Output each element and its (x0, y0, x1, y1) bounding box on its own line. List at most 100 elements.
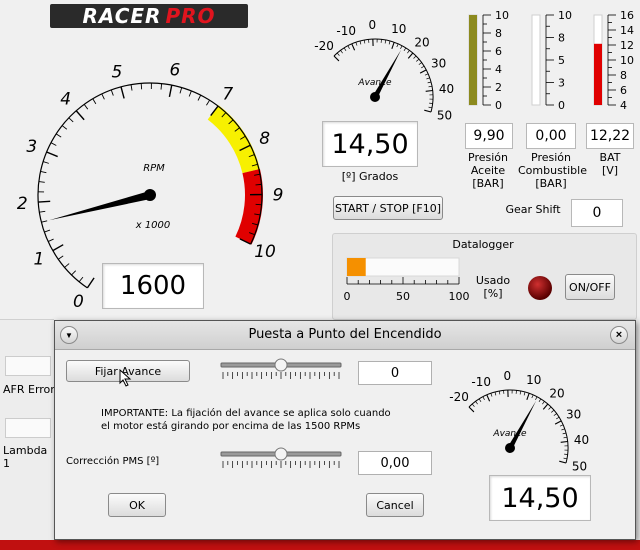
dialog-advance-minor-tick (482, 396, 485, 400)
dialog-advance-minor-tick (555, 416, 560, 420)
rpm-tick-label: 9 (273, 186, 284, 206)
bar-track (531, 14, 541, 106)
battery-label: BAT [V] (599, 151, 621, 177)
dialog-menu-button[interactable]: ▼ (60, 326, 78, 344)
dialog-advance-tick-label: -20 (449, 390, 469, 404)
bar-tick-label: 8 (558, 32, 565, 45)
important-note-line1: IMPORTANTE: La fijación del avance se ap… (101, 408, 391, 419)
dialog-close-button[interactable]: × (610, 326, 628, 344)
rpm-minor-tick (92, 98, 97, 105)
advance-minor-tick (428, 106, 433, 109)
advance-major-tick (407, 52, 414, 59)
rpm-needle-hub (144, 189, 156, 201)
dialog-advance-minor-tick (494, 391, 497, 396)
rpm-major-tick (38, 200, 51, 203)
advance-minor-tick (340, 50, 343, 54)
advance-slider-value-text: 0 (390, 365, 400, 381)
logo-text-pro: PRO (165, 4, 216, 28)
datalogger-tick-label: 100 (449, 290, 470, 303)
rpm-minor-tick (255, 183, 262, 186)
lambda-indicator (5, 418, 51, 438)
dialog-advance-minor-tick (538, 398, 542, 403)
dialog-advance-minor-tick (562, 432, 567, 435)
rpm-major-tick (75, 110, 85, 121)
bar-fill (469, 15, 477, 105)
dialog-advance-minor-tick (542, 401, 545, 405)
rpm-tick-label: 5 (111, 62, 122, 82)
ignition-dialog: ▼ Puesta a Punto del Encendido × Fijar A… (54, 320, 636, 540)
datalogger-onoff-button[interactable]: ON/OFF (565, 274, 615, 300)
rpm-minor-tick (160, 83, 163, 90)
rpm-minor-tick (61, 125, 68, 130)
rpm-minor-tick (50, 142, 57, 146)
rpm-readout-value: 1600 (119, 271, 187, 301)
advance-slider[interactable] (219, 357, 344, 383)
rpm-major-tick (86, 277, 95, 289)
dialog-advance-needle (507, 400, 537, 450)
pms-correction-label: Corrección PMS [º] (66, 456, 160, 467)
bar-tick-label: 6 (620, 84, 627, 97)
dialog-advance-major-tick (554, 420, 562, 425)
rpm-tick-label: 1 (34, 250, 45, 270)
advance-major-tick (351, 43, 356, 51)
advance-minor-tick (424, 73, 429, 76)
dialog-advance-tick-label: 50 (572, 460, 587, 474)
oil-pressure-value: 9,90 (465, 123, 513, 149)
rpm-tick-label: 6 (169, 60, 180, 80)
advance-readout: 14,50 (322, 121, 418, 167)
close-icon: × (615, 329, 623, 341)
rpm-minor-tick (83, 104, 89, 110)
battery-value: 12,22 (586, 123, 634, 149)
gear-shift-value-text: 0 (592, 205, 602, 221)
advance-title: Avance (357, 78, 392, 88)
datalogger-panel: Datalogger 0 50 100 Usado [%] ON/OFF (332, 233, 637, 320)
advance-minor-tick (400, 45, 403, 49)
rpm-tick-label: 4 (60, 90, 71, 110)
gear-shift-label: Gear Shift (505, 203, 561, 216)
advance-minor-tick (355, 42, 358, 46)
dialog-advance-tick-label: 10 (526, 373, 541, 387)
advance-tick-label: -10 (336, 24, 356, 38)
dialog-advance-arc (468, 389, 569, 464)
advance-major-tick (424, 109, 432, 113)
dialog-advance-major-tick (526, 393, 530, 401)
dialog-advance-major-tick (559, 460, 567, 464)
dialog-advance-tick-label: 20 (549, 386, 564, 400)
rpm-minor-tick (130, 84, 133, 91)
lambda-label: Lambda 1 (3, 444, 48, 470)
pms-slider[interactable] (219, 446, 344, 472)
rpm-minor-tick (255, 203, 262, 206)
rpm-major-tick (168, 84, 173, 98)
dialog-advance-tick-label: 0 (503, 369, 511, 383)
rpm-minor-tick (101, 93, 105, 100)
rpm-tick-label: 7 (222, 84, 233, 104)
ok-button[interactable]: OK (108, 493, 166, 517)
vertical-bars: 10 8 6 4 2 0 10 8 5 3 0 16 14 12 10 8 6 4 (468, 9, 634, 112)
dialog-advance-tick-label: 40 (574, 433, 589, 447)
advance-minor-tick (418, 62, 422, 65)
bar-tick-label: 8 (495, 27, 502, 40)
bar-tick-label: 0 (558, 99, 565, 112)
pms-slider-value[interactable]: 0,00 (358, 451, 432, 475)
advance-major-tick (391, 42, 395, 50)
advance-slider-value[interactable]: 0 (358, 361, 432, 385)
advance-minor-tick (407, 50, 410, 54)
dialog-advance-minor-tick (531, 394, 534, 399)
rpm-minor-tick (71, 270, 77, 276)
advance-gauge: -20-10 0 1020304050Avance (314, 20, 454, 120)
advance-minor-tick (396, 43, 399, 48)
advance-major-tick (333, 55, 340, 62)
advance-tick-label: 50 (437, 109, 452, 120)
bar-tick-label: 5 (558, 54, 565, 67)
bar-tick-label: 3 (558, 77, 565, 90)
rpm-minor-tick (78, 276, 84, 283)
datalogger-led (528, 276, 552, 300)
rpm-tick-label: 3 (26, 137, 37, 157)
rpm-needle (49, 191, 151, 221)
bar-tick-label: 10 (558, 9, 572, 22)
advance-readout-value: 14,50 (331, 128, 409, 160)
cancel-button[interactable]: Cancel (366, 493, 424, 517)
fuel-pressure-value-text: 0,00 (535, 128, 567, 144)
start-stop-button[interactable]: START / STOP [F10] (333, 196, 443, 220)
advance-tick-label: 0 (368, 20, 376, 32)
